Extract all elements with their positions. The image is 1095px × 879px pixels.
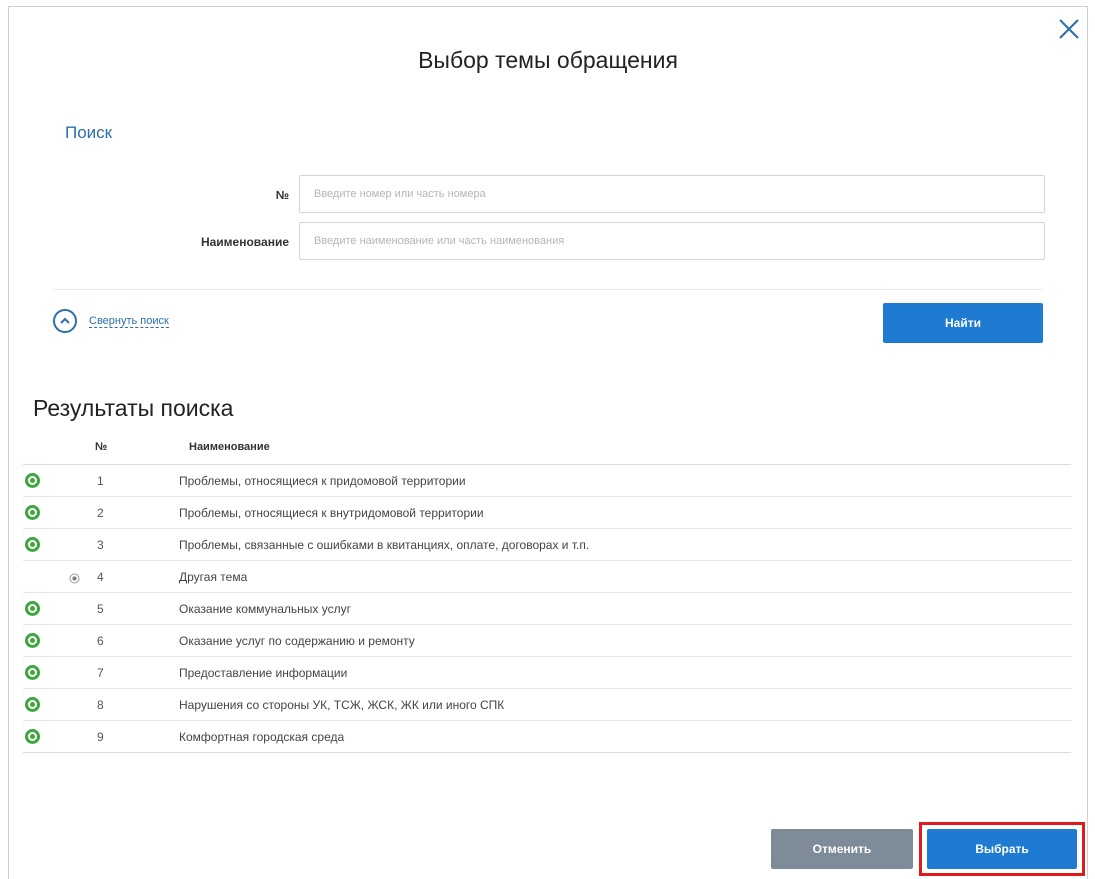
- table-row[interactable]: 6 Оказание услуг по содержанию и ремонту: [23, 625, 1071, 657]
- close-icon: [1059, 19, 1079, 39]
- column-header-number: №: [95, 441, 108, 453]
- cancel-button[interactable]: Отменить: [771, 829, 913, 869]
- chevron-up-icon: [53, 309, 77, 333]
- row-number: 3: [97, 538, 104, 552]
- table-row[interactable]: 7 Предоставление информации: [23, 657, 1071, 689]
- find-button[interactable]: Найти: [883, 303, 1043, 343]
- table-body: 1 Проблемы, относящиеся к придомовой терр…: [23, 465, 1071, 753]
- close-button[interactable]: [1055, 15, 1083, 43]
- number-label: №: [275, 188, 289, 202]
- expand-row-icon[interactable]: [25, 697, 40, 712]
- table-row[interactable]: 4 Другая тема: [23, 561, 1071, 593]
- radio-select-icon[interactable]: [69, 571, 80, 584]
- number-input[interactable]: [299, 175, 1045, 213]
- expand-row-icon[interactable]: [25, 633, 40, 648]
- expand-row-icon[interactable]: [25, 601, 40, 616]
- collapse-search-label: Свернуть поиск: [89, 314, 169, 328]
- row-name: Предоставление информации: [179, 666, 348, 680]
- dialog-title: Выбор темы обращения: [418, 47, 678, 73]
- expand-row-icon[interactable]: [25, 537, 40, 552]
- row-number: 9: [97, 730, 104, 744]
- table-header: № Наименование: [23, 431, 1071, 465]
- name-input[interactable]: [299, 222, 1045, 260]
- row-number: 6: [97, 634, 104, 648]
- column-header-name: Наименование: [189, 441, 270, 453]
- select-button[interactable]: Выбрать: [927, 829, 1077, 869]
- table-row[interactable]: 8 Нарушения со стороны УК, ТСЖ, ЖСК, ЖК и…: [23, 689, 1071, 721]
- name-label: Наименование: [200, 235, 289, 249]
- table-row[interactable]: 2 Проблемы, относящиеся к внутридомовой т…: [23, 497, 1071, 529]
- row-number: 8: [97, 698, 104, 712]
- table-row[interactable]: 9 Комфортная городская среда: [23, 721, 1071, 753]
- row-name: Оказание коммунальных услуг: [179, 602, 351, 616]
- row-name: Проблемы, относящиеся к внутридомовой те…: [179, 506, 484, 520]
- expand-row-icon[interactable]: [25, 473, 40, 488]
- table-row[interactable]: 3 Проблемы, связанные с ошибками в квитан…: [23, 529, 1071, 561]
- table-row[interactable]: 5 Оказание коммунальных услуг: [23, 593, 1071, 625]
- row-name: Другая тема: [179, 570, 248, 584]
- row-number: 5: [97, 602, 104, 616]
- table-row[interactable]: 1 Проблемы, относящиеся к придомовой терр…: [23, 465, 1071, 497]
- search-divider: [53, 289, 1043, 290]
- row-name: Проблемы, относящиеся к придомовой терри…: [179, 474, 466, 488]
- expand-row-icon[interactable]: [25, 729, 40, 744]
- row-name: Нарушения со стороны УК, ТСЖ, ЖСК, ЖК ил…: [179, 698, 505, 712]
- row-number: 1: [97, 474, 104, 488]
- expand-row-icon[interactable]: [25, 505, 40, 520]
- search-section-header: Поиск: [65, 123, 113, 142]
- row-name: Комфортная городская среда: [179, 730, 345, 744]
- row-name: Проблемы, связанные с ошибками в квитанц…: [179, 538, 590, 552]
- results-title: Результаты поиска: [33, 395, 234, 421]
- expand-row-icon[interactable]: [25, 665, 40, 680]
- topic-selection-dialog: Выбор темы обращения Поиск № Наименовани…: [8, 6, 1088, 879]
- row-number: 2: [97, 506, 104, 520]
- collapse-search-link[interactable]: Свернуть поиск: [53, 309, 169, 333]
- row-number: 4: [97, 570, 104, 584]
- row-number: 7: [97, 666, 104, 680]
- row-name: Оказание услуг по содержанию и ремонту: [179, 634, 415, 648]
- results-table: № Наименование 1 Проблемы, относящиеся к …: [23, 431, 1071, 753]
